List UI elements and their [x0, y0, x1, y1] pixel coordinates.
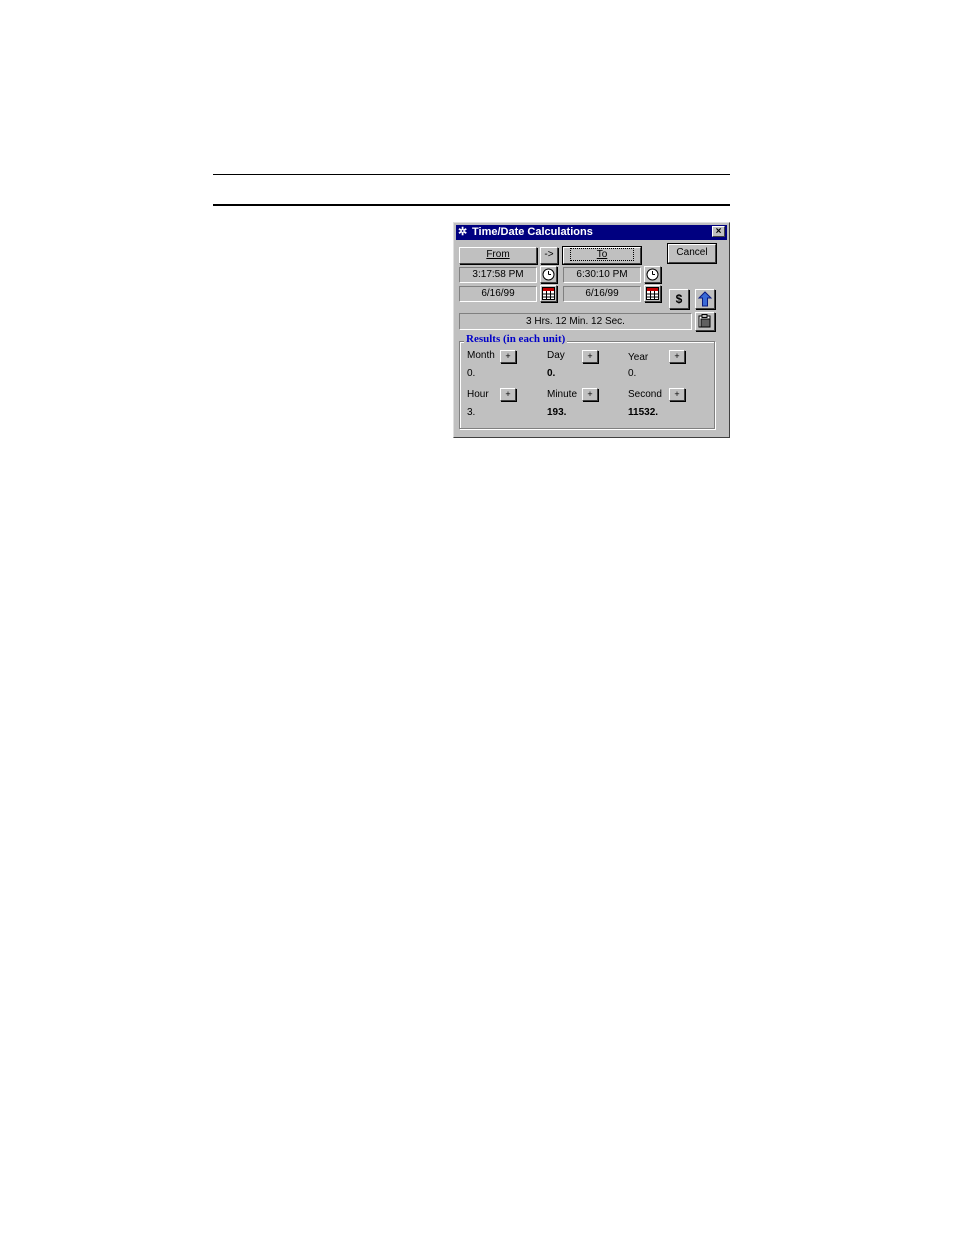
plus-icon: + [505, 351, 511, 361]
from-clock-button[interactable] [540, 266, 557, 283]
results-title: Results (in each unit) [464, 333, 568, 345]
minute-plus-button[interactable]: + [582, 388, 598, 401]
to-button[interactable]: To [563, 247, 641, 264]
top-rule [213, 174, 730, 175]
second-value: 11532. [628, 407, 659, 418]
to-calendar-button[interactable] [644, 285, 661, 302]
year-label: Year [628, 352, 649, 363]
to-time-field[interactable]: 6:30:10 PM [563, 267, 641, 283]
year-plus-button[interactable]: + [669, 350, 685, 363]
window-title: Time/Date Calculations [472, 226, 593, 238]
title-bar[interactable]: ✲ Time/Date Calculations × [456, 225, 727, 240]
second-label: Second [628, 389, 662, 400]
plus-icon: + [674, 389, 680, 399]
close-button[interactable]: × [712, 226, 725, 237]
minute-value: 193. [547, 407, 567, 418]
plus-icon: + [587, 351, 593, 361]
clipboard-icon [698, 314, 711, 328]
from-date-field[interactable]: 6/16/99 [459, 286, 537, 302]
close-icon: × [715, 226, 722, 237]
calendar-icon [646, 287, 659, 300]
from-calendar-button[interactable] [540, 285, 557, 302]
day-value: 0. [547, 368, 556, 379]
clock-icon [646, 268, 659, 281]
to-clock-button[interactable] [644, 266, 661, 283]
arrow-button-label: -> [544, 249, 554, 260]
from-button[interactable]: From [459, 247, 537, 264]
clock-icon [542, 268, 555, 281]
bottom-rule [213, 204, 730, 206]
up-arrow-icon [697, 291, 713, 307]
calendar-icon [542, 287, 555, 300]
day-label: Day [547, 350, 565, 361]
minute-label: Minute [547, 389, 578, 400]
plus-icon: + [674, 351, 680, 361]
arrow-button[interactable]: -> [540, 247, 558, 264]
time-date-window: ✲ Time/Date Calculations × From -> To Ca… [453, 222, 730, 438]
gear-icon: ✲ [458, 226, 468, 238]
to-button-label: To [569, 248, 635, 261]
plus-icon: + [587, 389, 593, 399]
hour-label: Hour [467, 389, 489, 400]
hour-value: 3. [467, 407, 476, 418]
from-time-field[interactable]: 3:17:58 PM [459, 267, 537, 283]
year-value: 0. [628, 368, 637, 379]
dollar-icon: $ [675, 292, 683, 306]
cancel-button[interactable]: Cancel [668, 244, 716, 263]
second-plus-button[interactable]: + [669, 388, 685, 401]
month-label: Month [467, 350, 495, 361]
plus-icon: + [505, 389, 511, 399]
to-date-field[interactable]: 6/16/99 [563, 286, 641, 302]
dollar-button[interactable]: $ [669, 289, 689, 309]
month-plus-button[interactable]: + [500, 350, 516, 363]
month-value: 0. [467, 368, 476, 379]
copy-button[interactable] [695, 312, 715, 331]
hour-plus-button[interactable]: + [500, 388, 516, 401]
duration-field[interactable]: 3 Hrs. 12 Min. 12 Sec. [459, 313, 692, 330]
from-button-label: From [486, 249, 510, 260]
day-plus-button[interactable]: + [582, 350, 598, 363]
up-arrow-button[interactable] [695, 289, 715, 309]
cancel-button-label: Cancel [676, 247, 708, 258]
